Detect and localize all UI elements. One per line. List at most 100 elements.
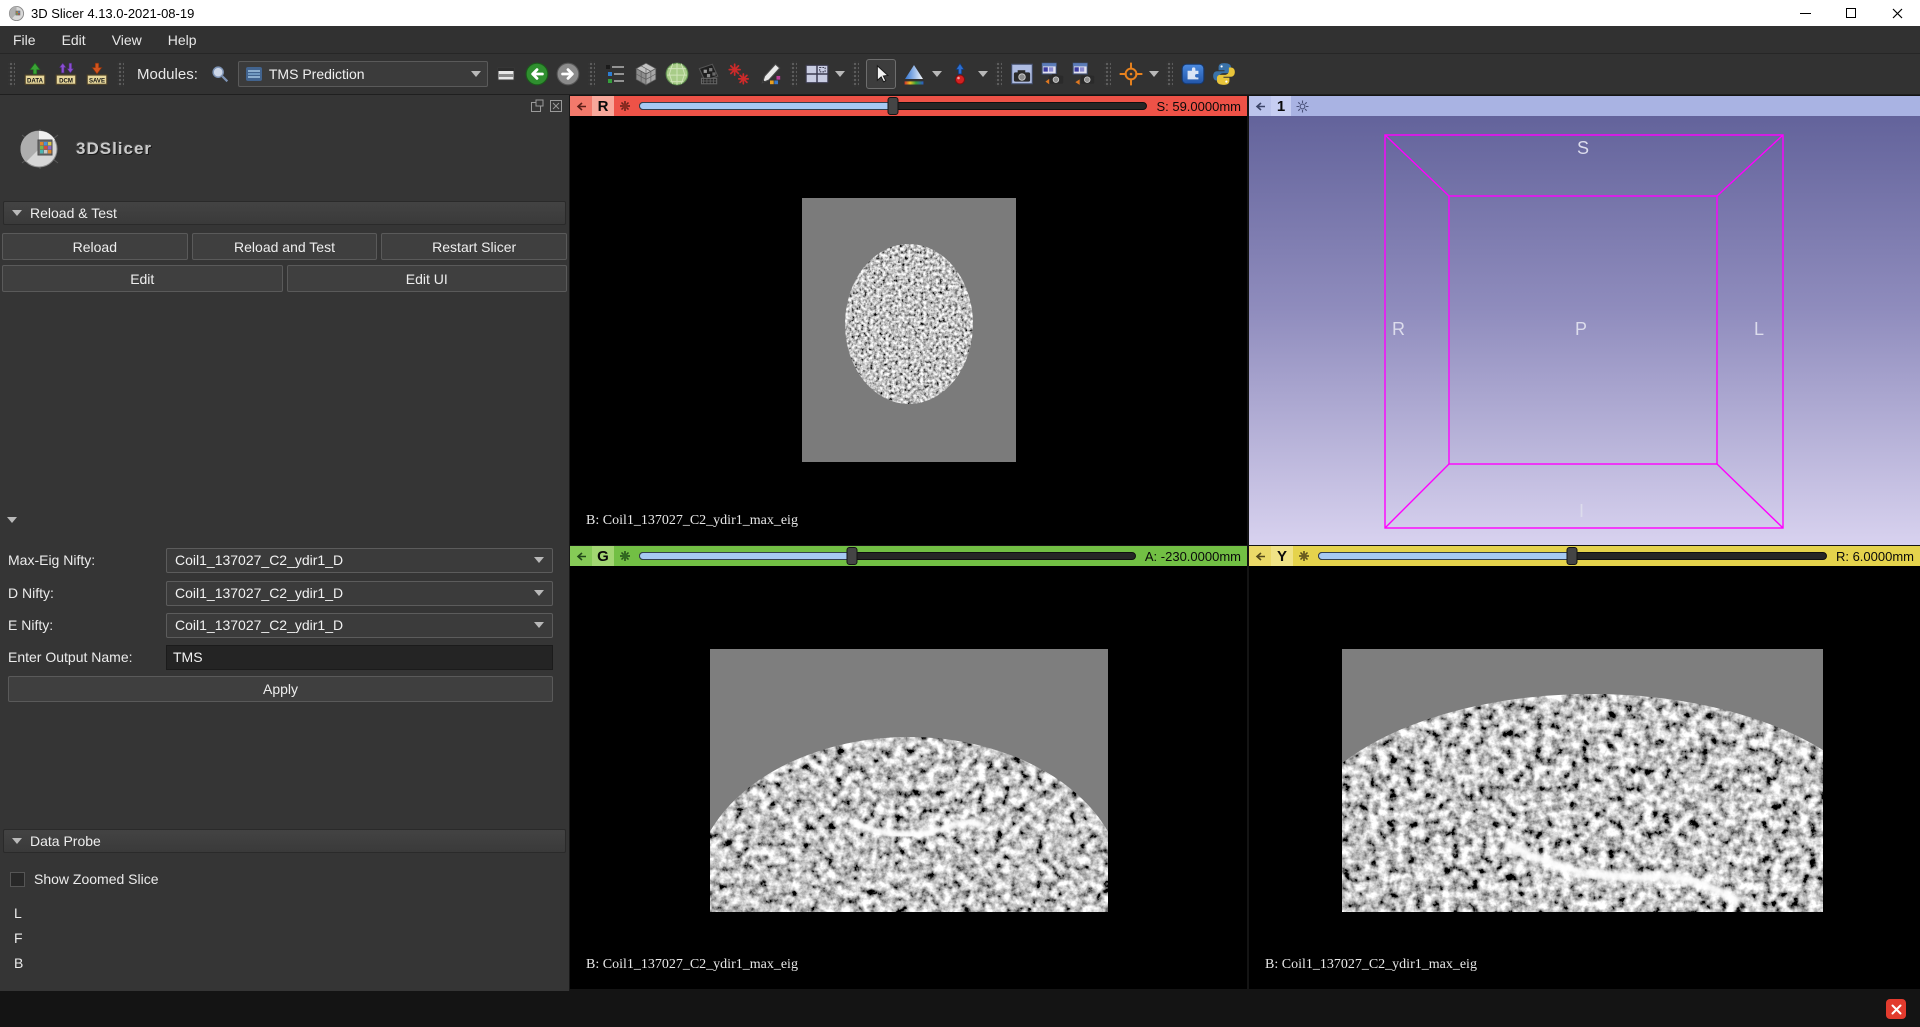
place-point-chevron-icon[interactable] [978, 71, 988, 77]
green-slice-canvas[interactable]: B: Coil1_137027_C2_ydir1_max_eig [570, 566, 1247, 989]
capture-view-icon[interactable] [1040, 61, 1066, 87]
module-icon [245, 65, 263, 83]
d-nifty-label: D Nifty: [8, 585, 166, 601]
red-slice-controller: R S: 59.0000mm [570, 96, 1247, 116]
probe-row-b: B [14, 955, 23, 971]
d-nifty-value: Coil1_137027_C2_ydir1_D [175, 585, 534, 601]
section-title: Reload & Test [30, 205, 117, 221]
axial-slice-image [802, 198, 1016, 462]
yellow-slice-canvas[interactable]: B: Coil1_137027_C2_ydir1_max_eig [1249, 566, 1920, 989]
history-forward-icon[interactable] [555, 61, 581, 87]
models-sphere-icon[interactable] [664, 61, 690, 87]
threed-view-controller: 1 [1249, 96, 1920, 116]
module-selector[interactable]: TMS Prediction [238, 61, 488, 87]
transforms-markups-icon[interactable] [726, 61, 752, 87]
window-level-icon[interactable] [901, 61, 927, 87]
yellow-slice-controller: Y R: 6.0000mm [1249, 546, 1920, 566]
save-data-icon[interactable]: SAVE [84, 61, 110, 87]
dcm-import-icon[interactable]: DCM [53, 61, 79, 87]
screenshot-icon[interactable] [1009, 61, 1035, 87]
segmentation-sheet-icon[interactable] [695, 61, 721, 87]
reload-button[interactable]: Reload [2, 233, 188, 260]
menu-edit[interactable]: Edit [49, 28, 99, 52]
close-button[interactable] [1874, 0, 1920, 26]
window-level-chevron-icon[interactable] [932, 71, 942, 77]
collapse-arrow-icon [575, 551, 588, 562]
module-header: 3DSlicer [16, 125, 152, 173]
collapse-controller-button[interactable] [1249, 546, 1271, 566]
extensions-manager-icon[interactable] [1180, 61, 1206, 87]
data-probe-section-header[interactable]: Data Probe [3, 829, 566, 853]
reload-test-section-header[interactable]: Reload & Test [3, 201, 566, 225]
red-slice-canvas[interactable]: B: Coil1_137027_C2_ydir1_max_eig [570, 116, 1247, 545]
green-slice-controller: G A: -230.0000mm [570, 546, 1247, 566]
python-console-icon[interactable] [1211, 61, 1237, 87]
max-eig-row: Max-Eig Nifty: Coil1_137027_C2_ydir1_D [8, 547, 553, 573]
toolbar-grip[interactable] [995, 61, 1002, 87]
toolbar-grip[interactable] [8, 61, 15, 87]
close-icon [1891, 1004, 1902, 1015]
collapse-controller-button[interactable] [570, 96, 592, 116]
crosshair-icon[interactable] [1118, 61, 1144, 87]
history-back-icon[interactable] [524, 61, 550, 87]
green-view-label: G [592, 546, 614, 566]
toolbar-grip[interactable] [117, 61, 124, 87]
threed-view: 1 S R P [1249, 96, 1920, 545]
undock-panel-icon[interactable] [530, 99, 544, 113]
toolbar-grip[interactable] [1104, 61, 1111, 87]
error-log-button[interactable] [1886, 999, 1906, 1019]
edit-ui-button[interactable]: Edit UI [287, 265, 568, 292]
modules-label: Modules: [137, 66, 198, 83]
toolbar-grip[interactable] [852, 61, 859, 87]
menu-view[interactable]: View [99, 28, 155, 52]
slice-link-pin-icon[interactable] [1293, 546, 1315, 566]
slice-link-pin-icon[interactable] [614, 96, 636, 116]
apply-button[interactable]: Apply [8, 676, 553, 702]
annotations-pen-icon[interactable] [757, 61, 783, 87]
close-panel-icon[interactable] [549, 99, 563, 113]
collapse-controller-button[interactable] [1249, 96, 1271, 116]
reload-and-test-button[interactable]: Reload and Test [192, 233, 378, 260]
e-nifty-combobox[interactable]: Coil1_137027_C2_ydir1_D [166, 613, 553, 638]
capture-view-alt-icon[interactable] [1071, 61, 1097, 87]
max-eig-label: Max-Eig Nifty: [8, 552, 166, 568]
toolbar-grip[interactable] [790, 61, 797, 87]
slice-link-pin-icon[interactable] [614, 546, 636, 566]
green-slice-offset-slider[interactable] [636, 546, 1139, 566]
crosshair-chevron-icon[interactable] [1149, 71, 1159, 77]
layout-select-icon[interactable] [804, 61, 830, 87]
orientation-inferior: I [1579, 501, 1584, 522]
mouse-interaction-button[interactable] [866, 59, 896, 89]
e-nifty-value: Coil1_137027_C2_ydir1_D [175, 617, 534, 633]
subject-hierarchy-icon[interactable] [602, 61, 628, 87]
show-zoomed-slice-checkbox[interactable] [10, 872, 25, 887]
layout-chevron-icon[interactable] [835, 71, 845, 77]
menu-file[interactable]: File [0, 28, 49, 52]
minimize-icon [1800, 13, 1811, 14]
restart-slicer-button[interactable]: Restart Slicer [381, 233, 567, 260]
load-data-icon[interactable]: DATA [22, 61, 48, 87]
d-nifty-combobox[interactable]: Coil1_137027_C2_ydir1_D [166, 581, 553, 606]
volume-rendering-cube-icon[interactable] [633, 61, 659, 87]
threed-canvas[interactable]: S R P L I [1249, 116, 1920, 545]
menu-help[interactable]: Help [155, 28, 210, 52]
toolbar-grip[interactable] [588, 61, 595, 87]
yellow-slice-offset-slider[interactable] [1315, 546, 1830, 566]
e-nifty-label: E Nifty: [8, 617, 166, 633]
module-title: 3DSlicer [76, 139, 152, 159]
module-search-icon[interactable] [207, 61, 233, 87]
red-slice-offset-slider[interactable] [636, 96, 1150, 116]
output-name-input[interactable] [166, 645, 553, 670]
edit-button[interactable]: Edit [2, 265, 283, 292]
minimize-button[interactable] [1782, 0, 1828, 26]
place-point-icon[interactable] [947, 61, 973, 87]
module-history-icon[interactable] [493, 61, 519, 87]
panel-collapse-icon[interactable] [7, 517, 17, 523]
toolbar-grip[interactable] [1166, 61, 1173, 87]
collapse-icon [12, 210, 22, 216]
collapse-controller-button[interactable] [570, 546, 592, 566]
maximize-icon [1846, 8, 1856, 18]
maximize-button[interactable] [1828, 0, 1874, 26]
max-eig-combobox[interactable]: Coil1_137027_C2_ydir1_D [166, 548, 553, 573]
spin-view-icon[interactable] [1291, 96, 1313, 116]
